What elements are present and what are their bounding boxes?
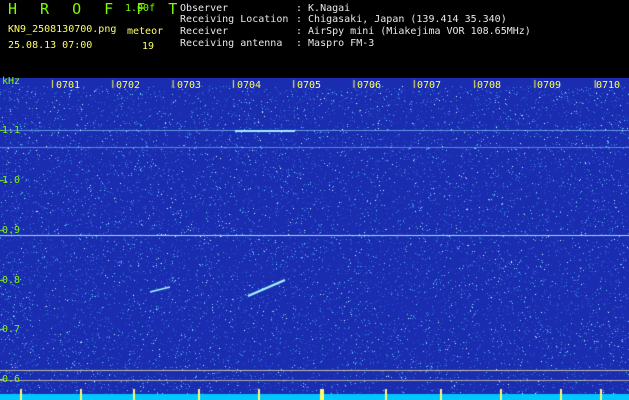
x-tick-0705: 0705 [297, 80, 322, 91]
x-tick-0704: 0704 [237, 80, 262, 91]
meteor-count: 19 [142, 41, 155, 52]
y-tick-1-1: 1.1 [2, 125, 21, 136]
filename-label: KN9_2508130700.png [8, 24, 117, 35]
header-panel: H R O F F T 1.00f KN9_2508130700.png met… [0, 0, 629, 78]
y-tick-0-6: 0.6 [2, 374, 21, 385]
x-tick-0708: 0708 [477, 80, 502, 91]
y-tick-1-0: 1.0 [2, 175, 21, 186]
app-title: H R O F F T [8, 0, 185, 18]
x-tick-0710: 0710 [596, 80, 621, 91]
antenna-label: Receiving antenna [180, 38, 283, 49]
receiver-label: Receiver [180, 26, 229, 37]
location-value: : Chigasaki, Japan (139.414 35.340) [296, 14, 507, 25]
y-tick-0-9: 0.9 [2, 225, 21, 236]
datetime-label: 25.08.13 07:00 [8, 40, 93, 51]
x-tick-0707: 0707 [417, 80, 442, 91]
y-tick-0-7: 0.7 [2, 324, 21, 335]
y-tick-0-8: 0.8 [2, 275, 21, 286]
version-label: 1.00f [125, 3, 156, 14]
x-tick-0706: 0706 [357, 80, 382, 91]
location-label: Receiving Location [180, 14, 289, 25]
observer-label: Observer [180, 3, 229, 14]
x-tick-0701: 0701 [56, 80, 81, 91]
x-tick-0703: 0703 [177, 80, 202, 91]
x-tick-0702: 0702 [116, 80, 141, 91]
observer-value: : K.Nagai [296, 3, 351, 14]
antenna-value: : Maspro FM-3 [296, 38, 375, 49]
spectrogram-canvas [0, 78, 629, 400]
y-unit-label: kHz [2, 76, 21, 87]
meteor-label: meteor [127, 26, 164, 37]
spectrogram-view: kHz 1.1 1.0 0.9 0.8 0.7 0.6 0701 0702 07… [0, 76, 629, 400]
x-tick-0709: 0709 [537, 80, 562, 91]
receiver-value: : AirSpy mini (Miakejima VOR 108.65MHz) [296, 26, 531, 37]
